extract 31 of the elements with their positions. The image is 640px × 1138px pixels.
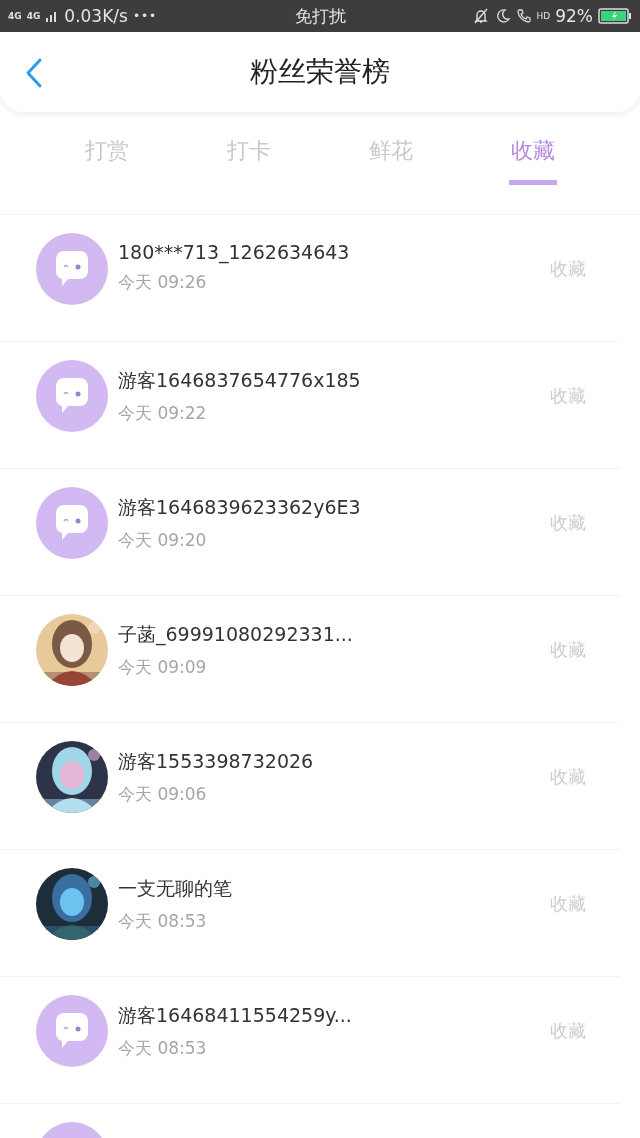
fan-name: 游客16468411554259y... — [118, 1003, 353, 1028]
battery-percent: 92% — [555, 6, 593, 26]
fan-name: 一支无聊的笔 — [118, 876, 233, 901]
timestamp: 今天 08:53 — [118, 1037, 208, 1060]
network-label: 4G — [8, 11, 22, 21]
timestamp: 今天 09:06 — [118, 783, 208, 806]
chat-bubble-avatar-icon — [36, 360, 108, 432]
timestamp: 今天 09:26 — [118, 271, 208, 294]
network-label: 4G — [26, 11, 41, 21]
fan-name: 游客1646837654776x185 — [118, 368, 362, 393]
muted-bell-icon — [471, 7, 490, 25]
do-not-disturb-label: 免打扰 — [294, 4, 346, 28]
battery-icon — [598, 8, 632, 24]
fan-name: 子菡_69991080292331... — [118, 622, 354, 648]
chat-bubble-avatar-icon — [36, 233, 108, 305]
page-title: 粉丝荣誉榜 — [250, 54, 390, 90]
back-chevron-icon — [25, 57, 43, 89]
timestamp: 今天 08:53 — [118, 910, 208, 933]
speed-label: 0.03K/s — [64, 6, 128, 26]
fan-name: 游客1553398732026 — [118, 749, 315, 774]
timestamp: 今天 09:22 — [118, 402, 208, 425]
timestamp: 今天 09:09 — [118, 656, 208, 679]
fan-name: 180***713_1262634643 — [118, 241, 351, 263]
phone-icon — [515, 8, 532, 24]
moon-icon — [494, 8, 511, 24]
chat-bubble-avatar-icon — [36, 995, 108, 1067]
chat-bubble-avatar-icon — [36, 487, 108, 559]
timestamp: 今天 09:20 — [118, 529, 208, 552]
hd-label: HD — [536, 11, 551, 21]
fan-name: 游客1646839623362y6E3 — [118, 495, 362, 520]
more-dots: ••• — [132, 9, 158, 23]
